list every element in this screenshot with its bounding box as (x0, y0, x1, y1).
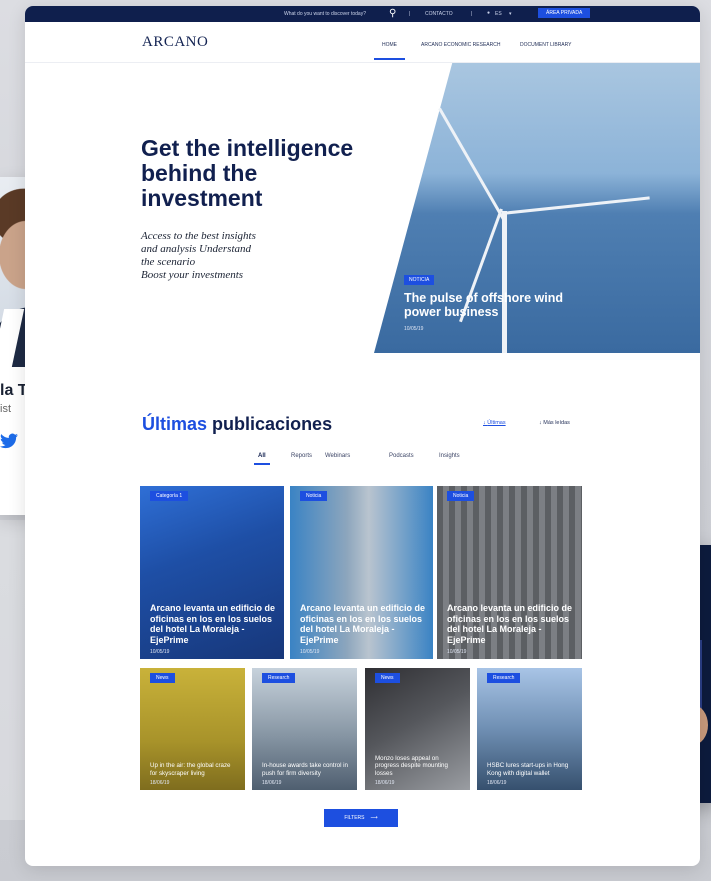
sort-latest[interactable]: ↓ Últimas (483, 420, 506, 426)
globe-icon: ● (487, 10, 491, 16)
filters-button[interactable]: FILTERS ⟶ (324, 809, 398, 827)
section-title: Últimas publicaciones (142, 414, 333, 434)
hero-title: Get the intelligence behind the investme… (141, 135, 354, 211)
tab-podcasts[interactable]: Podcasts (389, 453, 414, 459)
language-selector[interactable]: ES (495, 11, 502, 17)
chevron-down-icon: ▾ (509, 11, 512, 17)
publication-card[interactable]: Noticia Arcano levanta un edificio de of… (290, 486, 433, 659)
top-utility-bar: What do you want to discover today? ⚲ | … (25, 6, 700, 22)
tab-reports[interactable]: Reports (291, 453, 312, 459)
tab-webinars[interactable]: Webinars (325, 453, 350, 459)
tab-all[interactable]: All (254, 453, 270, 465)
hero-subtitle: Access to the best insights and analysis… (141, 230, 256, 281)
hero-caption[interactable]: The pulse of offshore wind power busines… (404, 291, 594, 319)
main-nav: ARCANO HOME ARCANO ECONOMIC RESEARCH DOC… (25, 22, 700, 63)
publication-card-small[interactable]: Research HSBC lures start-ups in Hong Ko… (477, 668, 582, 790)
search-icon[interactable]: ⚲ (389, 8, 396, 19)
publication-card-small[interactable]: News Monzo loses appeal on progress desp… (365, 668, 470, 790)
publication-card[interactable]: Categoría 1 Arcano levanta un edificio d… (140, 486, 284, 659)
nav-document-library[interactable]: DOCUMENT LIBRARY (520, 42, 572, 48)
nav-home[interactable]: HOME (374, 42, 405, 60)
wind-turbine-image (502, 211, 507, 353)
publication-card-small[interactable]: News Up in the air: the global craze for… (140, 668, 245, 790)
sort-most-read[interactable]: ↓ Más leídas (539, 420, 570, 426)
profile-role: ist (0, 403, 11, 415)
nav-economic-research[interactable]: ARCANO ECONOMIC RESEARCH (421, 42, 500, 48)
search-prompt[interactable]: What do you want to discover today? (284, 11, 366, 17)
private-area-button[interactable]: ÁREA PRIVADA (538, 8, 591, 18)
hero-badge: NOTICIA (404, 275, 435, 285)
arrow-right-icon: ⟶ (370, 815, 378, 821)
hero-date: 10/05/19 (404, 326, 424, 332)
tab-insights[interactable]: Insights (439, 453, 460, 459)
website-window: What do you want to discover today? ⚲ | … (25, 6, 700, 866)
publication-card-small[interactable]: Research In-house awards take control in… (252, 668, 357, 790)
twitter-icon[interactable] (0, 429, 18, 455)
logo[interactable]: ARCANO (142, 34, 208, 51)
publication-card[interactable]: Noticia Arcano levanta un edificio de of… (437, 486, 582, 659)
contact-link[interactable]: CONTACTO (425, 11, 453, 17)
